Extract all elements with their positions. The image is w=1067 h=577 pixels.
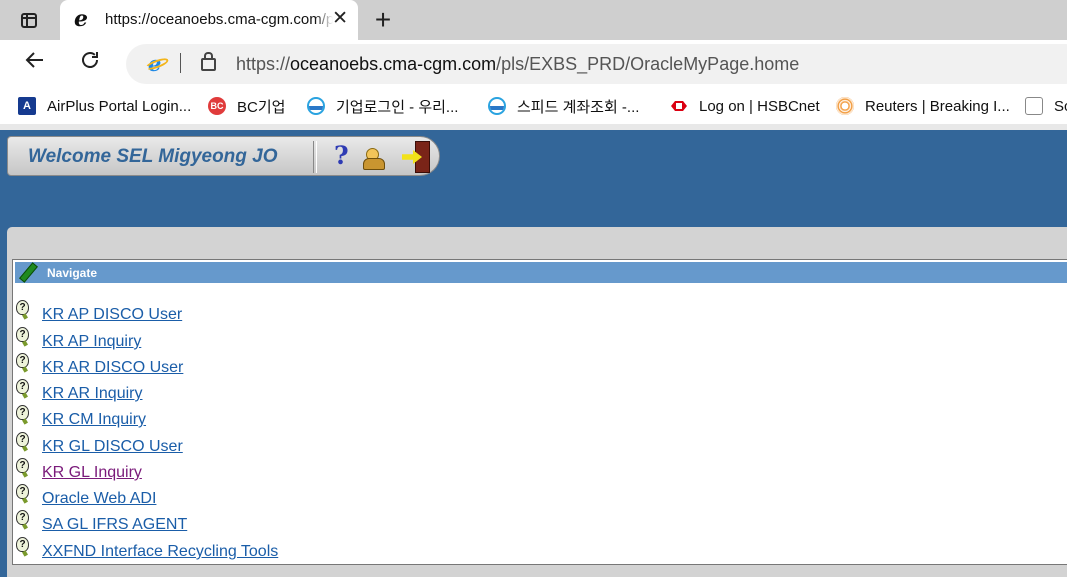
- tab-title: https://oceanoebs.cma-cgm.com/pls/EXBS_P…: [105, 11, 333, 28]
- bookmark-bc[interactable]: BC BC기업: [208, 95, 285, 117]
- responsibility-icon: ?: [16, 300, 29, 315]
- woori-bank-icon: [488, 97, 506, 115]
- list-item: ? KR AR Inquiry: [13, 379, 413, 407]
- list-item: ? KR GL DISCO User: [13, 432, 413, 460]
- address-bar[interactable]: e https://oceanoebs.cma-cgm.com/pls/EXBS…: [126, 44, 1067, 84]
- responsibility-icon: ?: [16, 353, 29, 368]
- responsibility-icon: ?: [16, 510, 29, 525]
- bookmark-label: AirPlus Portal Login...: [47, 97, 192, 115]
- responsibility-icon: ?: [16, 458, 29, 473]
- responsibility-icon: ?: [16, 327, 29, 342]
- list-item: ? KR CM Inquiry: [13, 405, 413, 433]
- navigate-title: Navigate: [47, 266, 98, 280]
- list-item: ? SA GL IFRS AGENT: [13, 510, 413, 538]
- responsibility-icon: ?: [16, 432, 29, 447]
- help-icon[interactable]: ?: [334, 142, 349, 170]
- lock-icon[interactable]: [201, 52, 216, 71]
- bookmark-label: Log on | HSBCnet: [699, 97, 820, 115]
- welcome-bar: Welcome SEL Migyeong JO ?: [7, 136, 440, 176]
- responsibility-icon: ?: [16, 405, 29, 420]
- url-path: /pls/EXBS_PRD/OracleMyPage.home: [496, 54, 800, 74]
- bookmark-label: 기업로그인 - 우리...: [336, 98, 459, 116]
- bookmark-misc[interactable]: Sc: [1025, 95, 1067, 117]
- back-button[interactable]: [19, 48, 51, 80]
- pencil-icon: [18, 263, 34, 281]
- link-kr-ap-inquiry[interactable]: KR AP Inquiry: [42, 333, 141, 351]
- responsibility-icon: ?: [16, 537, 29, 552]
- navigate-region: Navigate ? KR AP DISCO User ? KR AP Inqu…: [12, 259, 1067, 565]
- bookmark-label: Sc: [1054, 97, 1067, 115]
- link-sa-gl-ifrs-agent[interactable]: SA GL IFRS AGENT: [42, 516, 187, 534]
- list-item: ? Oracle Web ADI: [13, 484, 413, 512]
- bookmark-airplus[interactable]: A AirPlus Portal Login...: [18, 95, 191, 117]
- ie-mode-icon: e: [74, 6, 88, 32]
- address-url[interactable]: https://oceanoebs.cma-cgm.com/pls/EXBS_P…: [236, 54, 799, 75]
- list-item: ? KR GL Inquiry: [13, 458, 413, 486]
- bookmark-hsbc[interactable]: Log on | HSBCnet: [670, 95, 820, 117]
- navigate-header: Navigate: [15, 262, 1067, 283]
- hsbc-icon: [670, 97, 688, 115]
- close-tab-icon[interactable]: ✕: [332, 8, 348, 30]
- list-item: ? KR AP DISCO User: [13, 300, 413, 328]
- link-kr-ap-disco-user[interactable]: KR AP DISCO User: [42, 306, 182, 324]
- refresh-button[interactable]: [74, 48, 106, 80]
- list-item: ? KR AR DISCO User: [13, 353, 413, 381]
- preferences-icon[interactable]: [363, 147, 385, 170]
- browser-toolbar: e https://oceanoebs.cma-cgm.com/pls/EXBS…: [0, 40, 1067, 88]
- tab-active[interactable]: e https://oceanoebs.cma-cgm.com/pls/EXBS…: [60, 0, 358, 40]
- link-kr-cm-inquiry[interactable]: KR CM Inquiry: [42, 411, 146, 429]
- new-tab-button[interactable]: +: [368, 3, 398, 37]
- bookmark-speed-account[interactable]: 스피드 계좌조회 -...: [488, 95, 639, 117]
- airplus-icon: A: [18, 97, 36, 115]
- link-xxfnd-interface-recycling-tools[interactable]: XXFND Interface Recycling Tools: [42, 543, 278, 561]
- bookmark-label: Reuters | Breaking I...: [865, 97, 1010, 115]
- link-oracle-web-adi[interactable]: Oracle Web ADI: [42, 490, 156, 508]
- responsibility-icon: ?: [16, 484, 29, 499]
- list-item: ? XXFND Interface Recycling Tools: [13, 537, 413, 565]
- list-item: ? KR AP Inquiry: [13, 327, 413, 355]
- tab-strip: e https://oceanoebs.cma-cgm.com/pls/EXBS…: [0, 0, 1067, 40]
- logout-icon[interactable]: [402, 141, 432, 173]
- tab-actions-button[interactable]: [10, 6, 48, 34]
- back-arrow-icon: [25, 52, 43, 68]
- refresh-icon: [82, 52, 98, 68]
- bookmarks-bar: A AirPlus Portal Login... BC BC기업 기업로그인 …: [0, 88, 1067, 124]
- url-host: oceanoebs.cma-cgm.com: [290, 54, 497, 74]
- link-kr-gl-disco-user[interactable]: KR GL DISCO User: [42, 438, 183, 456]
- tab-actions-icon: [21, 12, 37, 28]
- bookmark-reuters[interactable]: Reuters | Breaking I...: [836, 95, 1010, 117]
- responsibility-icon: ?: [16, 379, 29, 394]
- bc-card-icon: BC: [208, 97, 226, 115]
- internet-explorer-icon[interactable]: e: [148, 53, 168, 74]
- bookmark-woori-login[interactable]: 기업로그인 - 우리...: [307, 95, 458, 117]
- link-kr-ar-disco-user[interactable]: KR AR DISCO User: [42, 359, 183, 377]
- link-kr-ar-inquiry[interactable]: KR AR Inquiry: [42, 385, 142, 403]
- bookmark-icon: [1025, 97, 1043, 115]
- bookmark-label: 스피드 계좌조회 -...: [517, 98, 640, 116]
- welcome-divider: [313, 141, 317, 173]
- address-separator: [180, 53, 181, 73]
- welcome-text: Welcome SEL Migyeong JO: [28, 146, 278, 167]
- link-kr-gl-inquiry[interactable]: KR GL Inquiry: [42, 464, 142, 482]
- reuters-icon: [836, 97, 854, 115]
- woori-bank-icon: [307, 97, 325, 115]
- bookmark-label: BC기업: [237, 98, 286, 116]
- url-protocol: https://: [236, 54, 291, 74]
